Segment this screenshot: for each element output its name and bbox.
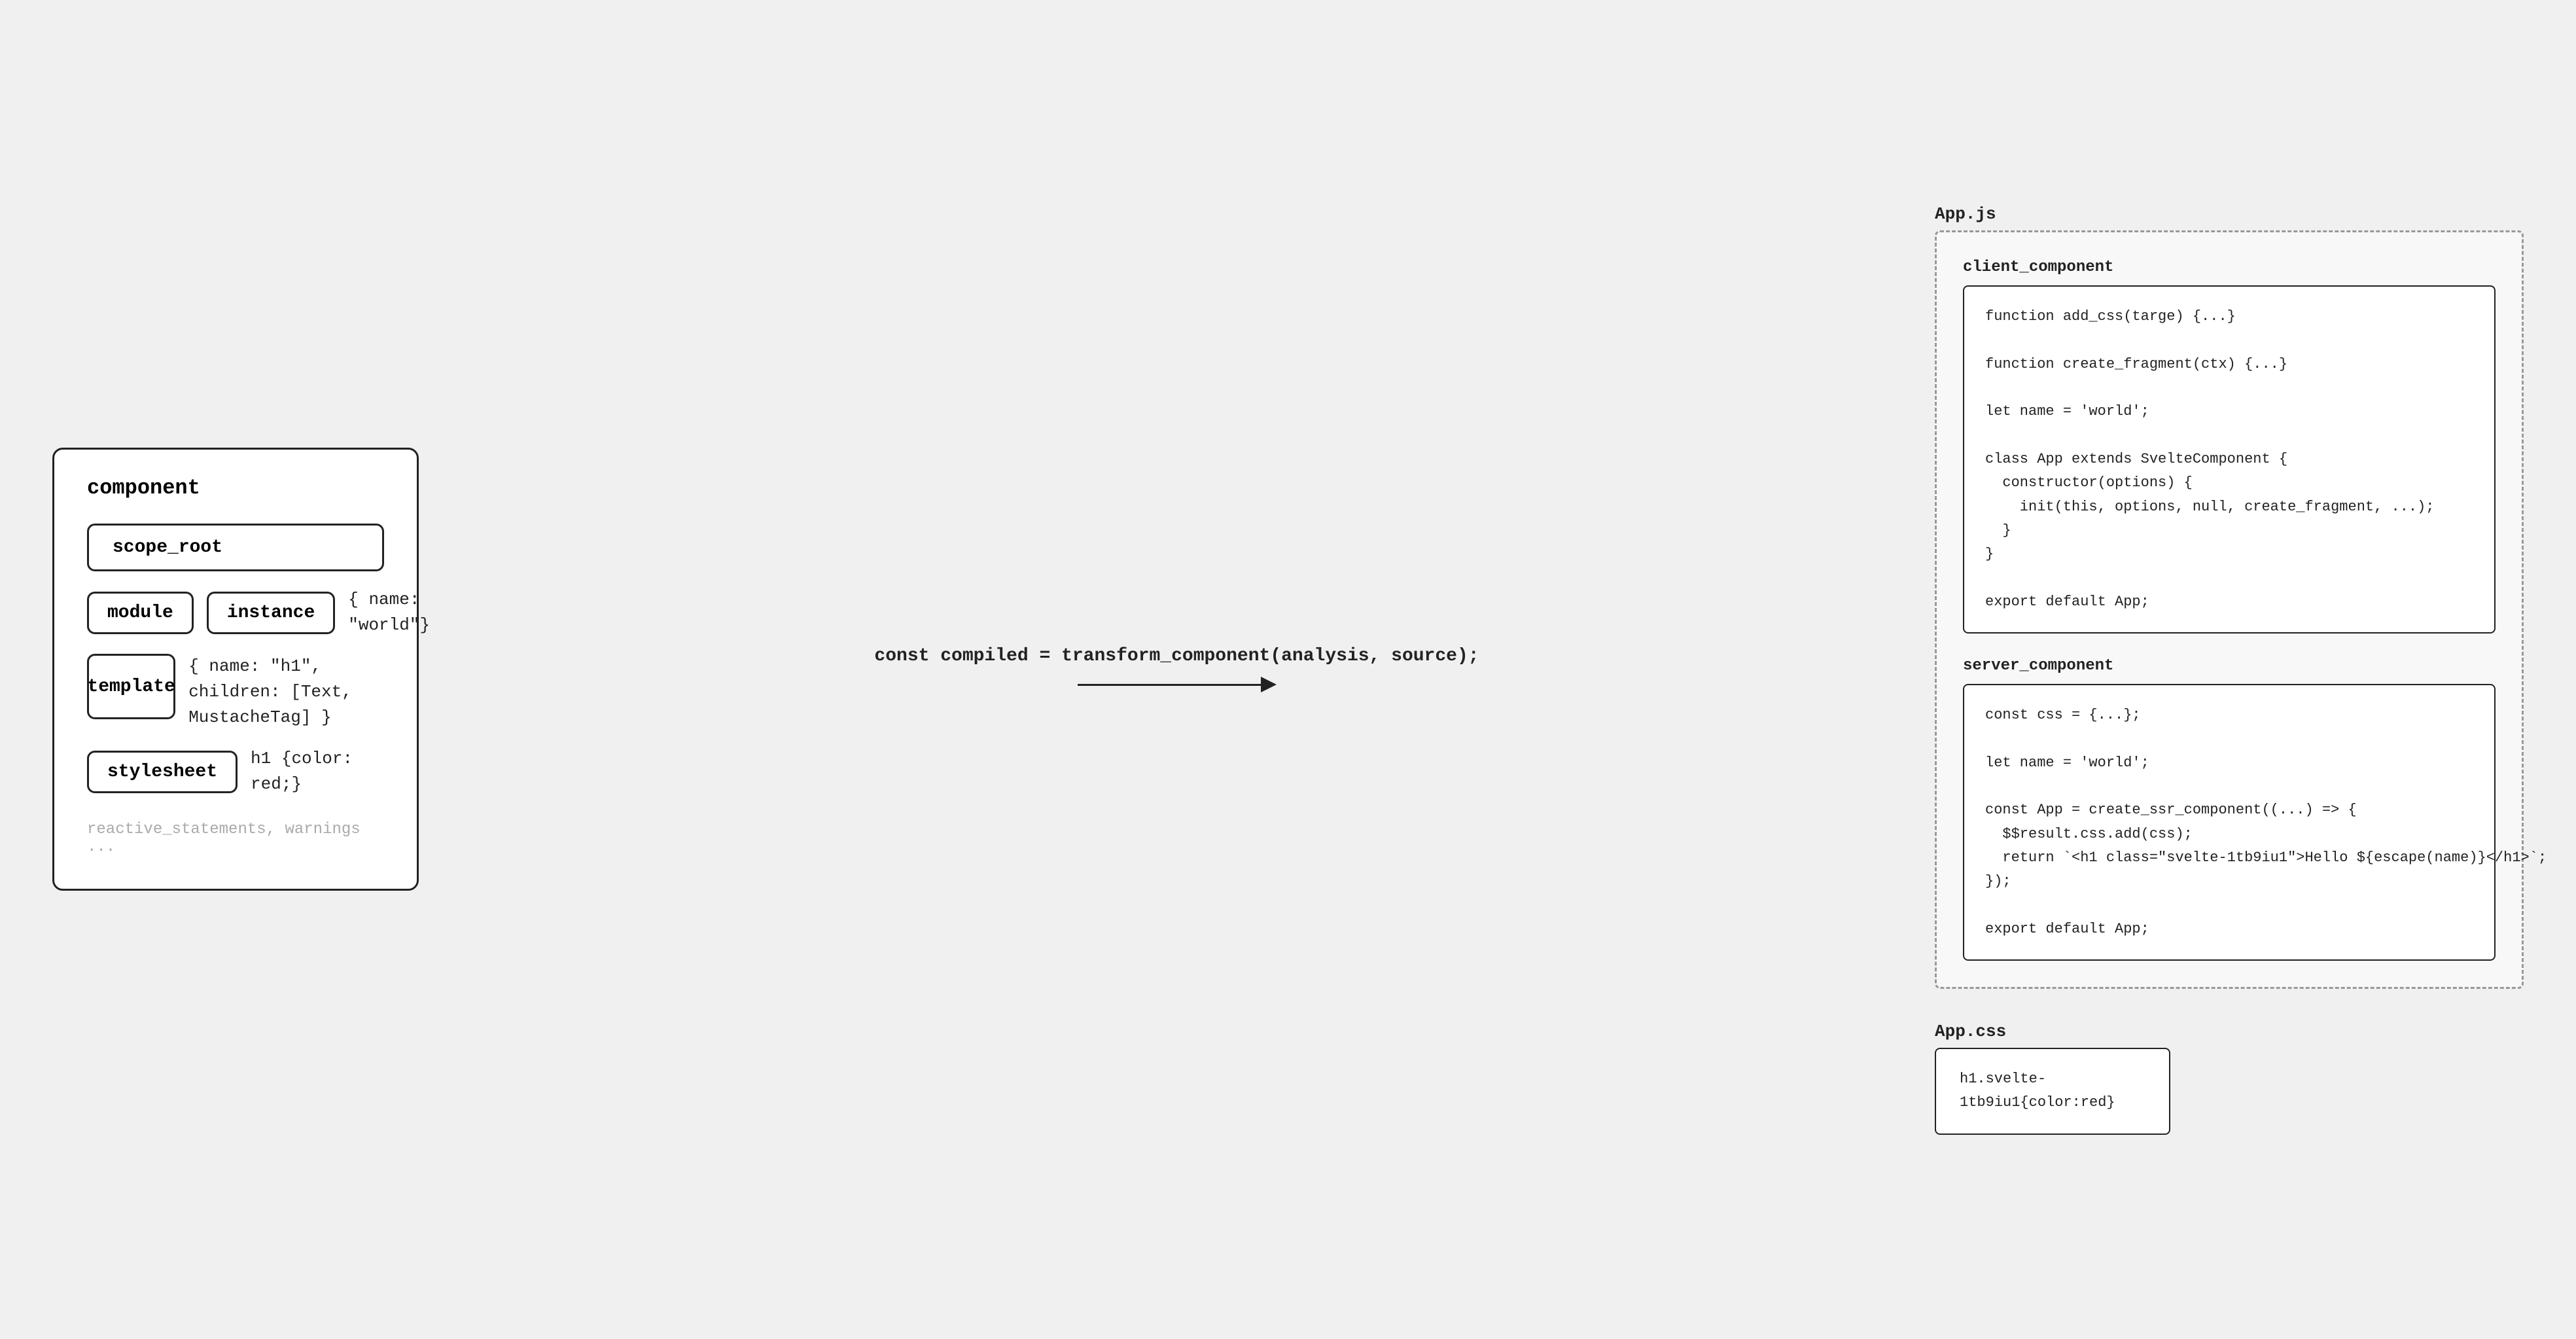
arrow-head — [1261, 677, 1277, 692]
component-box: component scope_root module instance { n… — [52, 448, 419, 891]
scope-root-row: scope_root — [87, 524, 384, 571]
server-code-box: const css = {...}; let name = 'world'; c… — [1963, 684, 2496, 961]
appcss-file-label: App.css — [1935, 1022, 2524, 1041]
template-box: template — [87, 654, 175, 719]
module-instance-row: module instance { name: "world"} — [87, 587, 384, 638]
output-section: App.js client_component function add_css… — [1935, 204, 2524, 1134]
scope-root-label: scope_root — [113, 537, 222, 558]
stylesheet-data-text: h1 {color: red;} — [251, 746, 384, 797]
stylesheet-box: stylesheet — [87, 751, 238, 793]
client-component-section: client_component function add_css(targe)… — [1963, 259, 2496, 634]
component-label: component — [87, 476, 384, 500]
appjs-container: App.js client_component function add_css… — [1935, 204, 2524, 989]
client-code-text: function add_css(targe) {...} function c… — [1985, 305, 2473, 614]
main-container: component scope_root module instance { n… — [52, 204, 2524, 1134]
server-component-label: server_component — [1963, 657, 2496, 675]
arrow-section: const compiled = transform_component(ana… — [419, 646, 1935, 692]
instance-data-text: { name: "world"} — [348, 587, 430, 638]
template-data-text: { name: "h1", children: [Text, MustacheT… — [188, 654, 384, 730]
appcss-code-text: h1.svelte- 1tb9iu1{color:red} — [1960, 1067, 2145, 1115]
stylesheet-row: stylesheet h1 {color: red;} — [87, 746, 384, 797]
appcss-container: App.css h1.svelte- 1tb9iu1{color:red} — [1935, 1022, 2524, 1135]
reactive-text: reactive_statements, warnings ... — [87, 821, 384, 856]
template-row: template { name: "h1", children: [Text, … — [87, 654, 384, 730]
appcss-code-box: h1.svelte- 1tb9iu1{color:red} — [1935, 1048, 2170, 1135]
appjs-dashed-box: client_component function add_css(targe)… — [1935, 230, 2524, 989]
instance-label: instance — [227, 603, 315, 623]
stylesheet-label: stylesheet — [107, 762, 217, 782]
server-code-text: const css = {...}; let name = 'world'; c… — [1985, 704, 2473, 941]
arrow-line — [1078, 677, 1277, 692]
module-label: module — [107, 603, 173, 623]
appjs-file-label: App.js — [1935, 204, 2524, 224]
template-label: template — [87, 677, 175, 697]
module-box: module — [87, 592, 194, 634]
instance-box: instance — [207, 592, 335, 634]
scope-root-box: scope_root — [87, 524, 384, 571]
server-component-section: server_component const css = {...}; let … — [1963, 657, 2496, 961]
client-component-label: client_component — [1963, 259, 2496, 276]
client-code-box: function add_css(targe) {...} function c… — [1963, 285, 2496, 634]
arrow-label: const compiled = transform_component(ana… — [874, 646, 1479, 666]
arrow-shaft — [1078, 684, 1261, 686]
